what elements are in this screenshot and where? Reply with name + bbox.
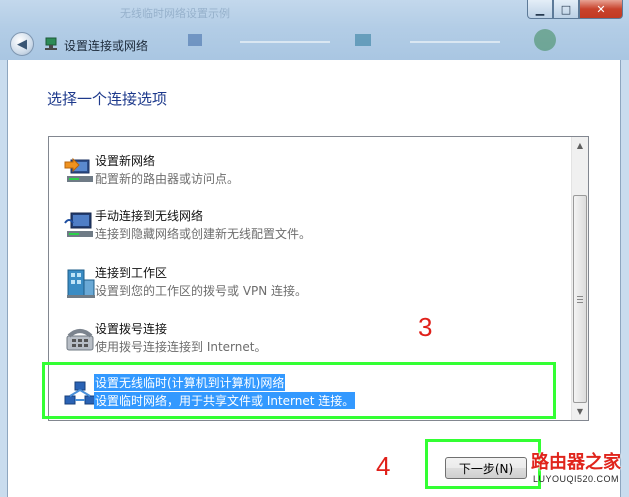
grip-icon [577, 295, 583, 303]
option-title: 设置新网络 [95, 154, 156, 168]
page-heading: 选择一个连接选项 [47, 90, 168, 108]
wizard-title: 设置连接或网络 [64, 39, 149, 53]
scroll-down-arrow-icon[interactable]: ▼ [572, 403, 588, 420]
wireless-manual-icon [63, 209, 97, 243]
close-button[interactable]: ✕ [579, 0, 623, 19]
watermark: 路由器之家 LUYOUQI520.COM [526, 452, 626, 494]
scroll-up-arrow-icon[interactable]: ▲ [572, 137, 588, 154]
highlight-box-option [42, 362, 556, 419]
minimize-button[interactable]: ▁ [527, 0, 553, 19]
maximize-button[interactable]: □ [553, 0, 579, 19]
window-titlebar: 无线临时网络设置示例 ▁ □ ✕ ◀ 设置连接或网络 [0, 0, 629, 60]
option-description: 设置到您的工作区的拨号或 VPN 连接。 [95, 284, 308, 298]
option-title: 设置拨号连接 [95, 322, 168, 336]
dialup-modem-icon [63, 322, 97, 356]
watermark-title: 路由器之家 [531, 452, 621, 473]
scrollbar-thumb[interactable] [573, 195, 587, 403]
list-scrollbar[interactable]: ▲ ▼ [571, 137, 588, 420]
list-item-workplace[interactable]: 连接到工作区 设置到您的工作区的拨号或 VPN 连接。 [63, 264, 563, 304]
workplace-icon [63, 266, 97, 300]
option-title: 手动连接到无线网络 [95, 209, 204, 223]
back-button[interactable]: ◀ [10, 32, 34, 56]
next-button[interactable]: 下一步(N) [445, 457, 527, 479]
annotation-step-4: 4 [376, 451, 391, 481]
network-setup-icon [63, 154, 97, 188]
list-item-dialup[interactable]: 设置拨号连接 使用拨号连接连接到 Internet。 [63, 320, 563, 360]
window-title: 无线临时网络设置示例 [120, 7, 230, 20]
wizard-content: 选择一个连接选项 设置新网络 配置新的路由器或访问点。 手动连接到无线网络 连接… [7, 60, 621, 497]
option-description: 连接到隐藏网络或创建新无线配置文件。 [95, 227, 312, 241]
network-wizard-icon [43, 36, 59, 52]
background-decoration [180, 20, 580, 60]
option-description: 使用拨号连接连接到 Internet。 [95, 340, 267, 354]
annotation-step-3: 3 [418, 312, 433, 342]
list-item-setup-new-network[interactable]: 设置新网络 配置新的路由器或访问点。 [63, 152, 563, 192]
caption-buttons: ▁ □ ✕ [527, 0, 623, 19]
list-item-manual-wireless[interactable]: 手动连接到无线网络 连接到隐藏网络或创建新无线配置文件。 [63, 207, 563, 247]
option-title: 连接到工作区 [95, 266, 168, 280]
option-description: 配置新的路由器或访问点。 [95, 172, 240, 186]
watermark-url: LUYOUQI520.COM [532, 474, 620, 484]
